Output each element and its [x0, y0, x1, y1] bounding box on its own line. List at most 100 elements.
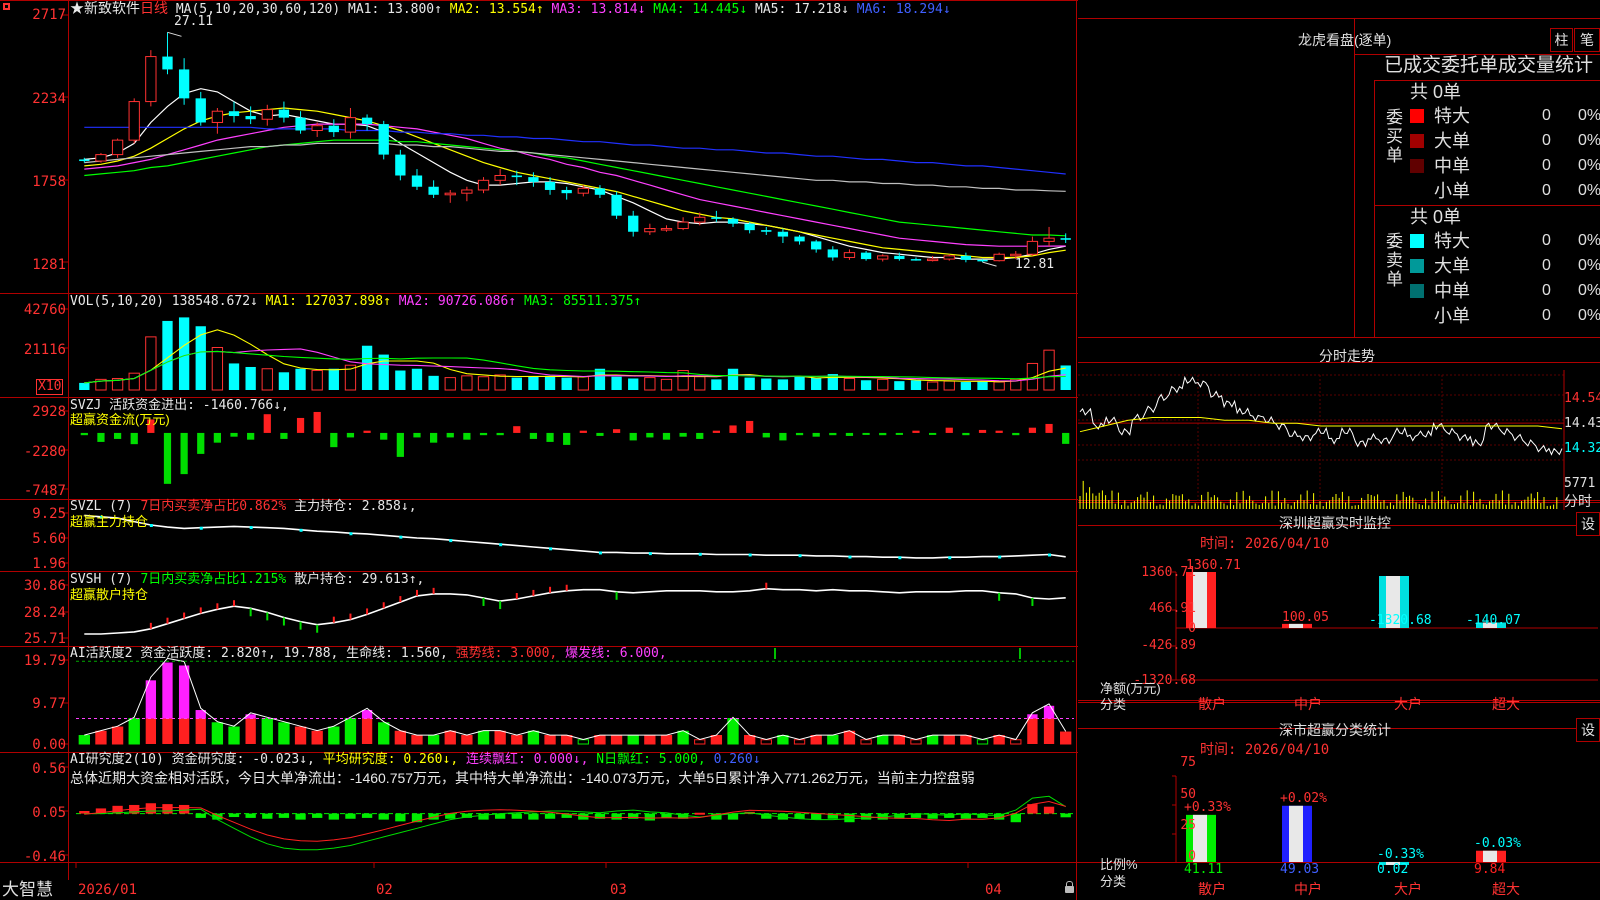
activity-bar [910, 739, 922, 745]
activity-bar [677, 730, 689, 745]
ai3-n-day-red: N日飘红: 5.000, [596, 752, 706, 767]
activity-bar [477, 730, 490, 745]
ai3-tick: 0.05 [32, 805, 66, 821]
fund-flow-bar [596, 432, 604, 436]
ai2-legend: AI活跃度2 资金活跃度: 2.820↑, 19.788, 生命线: 1.560… [70, 646, 667, 662]
x-axis-date: 04 [985, 882, 1002, 898]
activity-bar [660, 735, 673, 745]
candle-up [644, 228, 656, 233]
candle-down [395, 154, 406, 176]
sell-pct: 0% [1578, 257, 1600, 274]
activity-bar [777, 735, 789, 745]
fund-flow-bar [762, 432, 770, 438]
buy-count: 0 [1542, 182, 1551, 199]
fund-flow-bar [380, 432, 388, 440]
candle-down [827, 249, 838, 258]
candle-down [960, 255, 972, 260]
volume-bar-down [278, 372, 290, 390]
fund-flow-bar [263, 414, 271, 433]
fund-flow-bar [612, 429, 621, 433]
candle-down [777, 231, 789, 237]
activity-bar [694, 739, 706, 745]
volume-bar-up [145, 336, 157, 391]
activity-bar [444, 730, 456, 745]
lock-icon-shackle [1066, 881, 1073, 888]
fund-flow-bar [563, 432, 571, 445]
classify-title: 深市超赢分类统计 [1279, 722, 1391, 738]
monitor-value-label: 1360.71 [1186, 558, 1241, 573]
svsh-hold: 散户持仓: 29.613↑, [294, 572, 425, 587]
svzj-legend-2: 超赢资金流(万元) [70, 412, 170, 427]
ma1-value: MA1: 13.800↑ [348, 2, 442, 17]
sell-color-swatch [1410, 234, 1424, 248]
classify-settings-button[interactable]: 设 [1576, 718, 1600, 742]
fund-flow-bar [579, 430, 587, 433]
fund-flow-bar [396, 432, 404, 457]
corner-marker [3, 3, 10, 10]
volume-bar-down [894, 381, 905, 390]
volume-bar-down [544, 375, 556, 390]
volume-bar-down [794, 376, 805, 390]
buy-count: 0 [1542, 157, 1551, 174]
tab-bar[interactable]: 柱 [1550, 28, 1573, 52]
activity-bar [278, 722, 290, 745]
sell-pct: 0% [1578, 232, 1600, 249]
activity-bar [78, 735, 90, 745]
candle-up [660, 228, 673, 231]
fund-flow-bar [795, 432, 804, 436]
research-avg-line [84, 800, 1066, 842]
monitor-category-label: 大户 [1394, 697, 1422, 713]
activity-bar [111, 726, 124, 745]
candle-up [261, 109, 273, 120]
fund-flow-bar [463, 432, 471, 440]
main-hold-dot [149, 524, 153, 528]
buy-count: 0 [1542, 132, 1551, 149]
monitor-settings-button[interactable]: 设 [1576, 512, 1600, 536]
research-bar [178, 804, 190, 814]
sell-color-swatch [1410, 284, 1424, 298]
research-bar [228, 813, 240, 818]
main-hold-dot [249, 526, 253, 530]
activity-bar [344, 718, 357, 745]
fund-flow-bar [978, 429, 987, 433]
fund-flow-bar [646, 432, 654, 438]
candle-down [561, 189, 572, 194]
volume-bar-up [577, 376, 589, 391]
volume-bar-up [461, 375, 473, 391]
activity-bar [411, 735, 423, 745]
activity-bar [594, 735, 606, 745]
fund-flow-bar [912, 430, 920, 433]
buy-name: 大单 [1434, 131, 1470, 151]
fund-flow-bar [812, 432, 820, 437]
candle-up [843, 252, 856, 258]
svsh-name: SVSH (7) [70, 572, 133, 587]
order-panel-subtitle: 已成交委托单成交量统计 [1384, 55, 1594, 76]
ai2-burst-line: 爆发线: 6.000, [565, 646, 667, 661]
period-label[interactable]: 日线 [140, 0, 168, 16]
volume-bar-down [178, 317, 190, 390]
fund-flow-bar [479, 432, 488, 436]
app-logo[interactable]: 大智慧 [2, 880, 53, 900]
activity-bar [561, 735, 573, 745]
fund-flow-bar [80, 432, 88, 436]
volume-bar-up [926, 381, 939, 391]
main-hold-dot [299, 528, 303, 532]
classify-change-label: -0.33% [1377, 846, 1424, 862]
research-bar [262, 813, 273, 819]
volume-bar-down [378, 354, 389, 390]
intraday-title: 分时走势 [1319, 348, 1375, 364]
main-hold-dot [349, 532, 353, 536]
volume-bar-down [711, 379, 722, 390]
volume-bar-up [694, 376, 706, 391]
classify-value-label: 0.02 [1377, 862, 1409, 877]
volume-bar-down [811, 377, 822, 390]
activity-bar [544, 735, 556, 745]
stock-title[interactable]: ★新致软件 [70, 0, 140, 16]
activity-bar [793, 739, 806, 745]
intraday-price-low: 14.32 [1564, 441, 1600, 456]
research-bar [611, 813, 622, 820]
volume-bar-down [79, 382, 90, 390]
tab-stroke[interactable]: 笔 [1574, 28, 1600, 52]
volume-bar-down [910, 380, 922, 390]
research-bar [195, 813, 206, 818]
